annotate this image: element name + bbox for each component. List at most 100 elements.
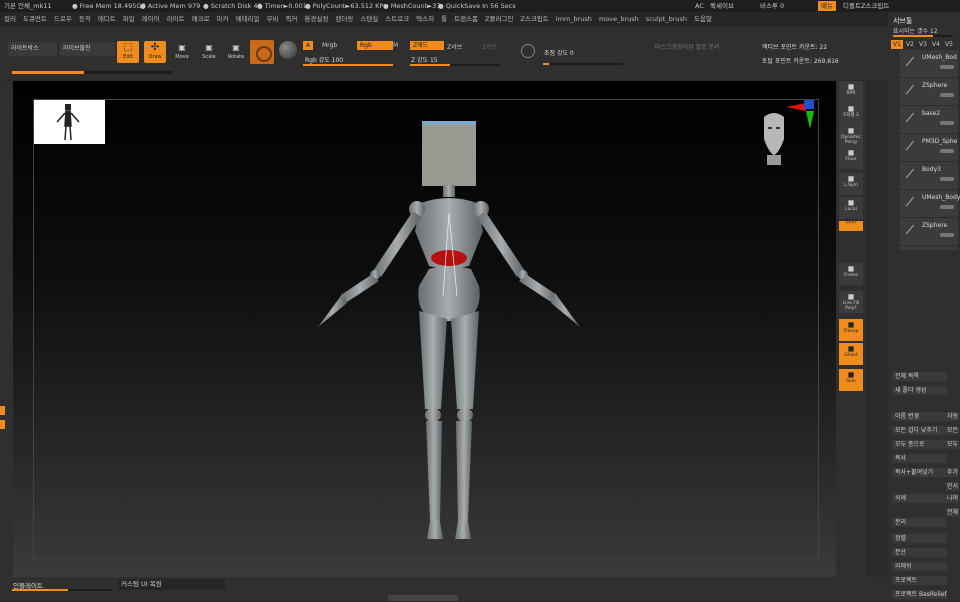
action-button-11[interactable]: 리메쉬 [892, 562, 947, 571]
shelf-button-5[interactable]: ◼ Local [839, 197, 863, 219]
side-action-button-3[interactable]: 추가 [946, 468, 959, 477]
menu-item-18[interactable]: 툴 [441, 15, 447, 23]
action-button-4[interactable]: 모두 종으로 [892, 440, 947, 449]
menu-item-17[interactable]: 텍스처 [416, 15, 434, 23]
side-action-button-5[interactable]: 나머 [946, 494, 959, 503]
subtool-item[interactable]: ⟋ UMesh_Bod [900, 50, 958, 78]
menu-item-5[interactable]: 파일 [123, 15, 135, 23]
menu-item-2[interactable]: 드로우 [54, 15, 72, 23]
z-intensity-slider[interactable] [410, 64, 500, 66]
menu-item-6[interactable]: 레이어 [142, 15, 160, 23]
action-button-6[interactable]: 복사+붙여넣기 [892, 468, 947, 477]
shelf-button-11[interactable]: ◼ Solo [839, 369, 863, 391]
menu-item-25[interactable]: 도움말 [694, 15, 712, 23]
quicksave-button[interactable]: 퀵세이브 [710, 0, 734, 12]
mrgb-toggle[interactable]: Mrgb [322, 42, 337, 49]
move-button[interactable]: ▣ Move [171, 41, 193, 63]
subtool-item[interactable]: ⟋ ZSphere [900, 218, 958, 246]
canvas-viewport[interactable] [13, 81, 836, 577]
perspective-display[interactable]: 비스투 0 [760, 0, 784, 12]
shelf-button-7[interactable]: ◼ Frame [839, 263, 863, 285]
action-button-5[interactable]: 복사 [892, 454, 947, 463]
side-action-button-1[interactable]: 모든 [946, 426, 959, 435]
menu-item-15[interactable]: 스텐실 [360, 15, 378, 23]
menu-item-1[interactable]: 도큐먼트 [23, 15, 47, 23]
edit-button[interactable]: ⬚ Edit [117, 41, 139, 63]
visibility-toggle[interactable] [940, 93, 954, 97]
menu-item-7[interactable]: 라이트 [167, 15, 185, 23]
action-button-9[interactable]: 정렬 [892, 534, 947, 543]
menu-item-19[interactable]: 트랜스폼 [454, 15, 478, 23]
subtool-tab-3[interactable]: V4 [930, 40, 942, 49]
focal-shift-slider[interactable] [543, 63, 623, 65]
subtool-item[interactable]: ⟋ ZSphere [900, 78, 958, 106]
shelf-button-1[interactable]: ◼ S픽셀 3 [839, 103, 863, 125]
material-swatch[interactable] [250, 40, 274, 64]
visibility-toggle[interactable] [940, 149, 954, 153]
rotate-button[interactable]: ▣ Rotate [225, 41, 247, 63]
action-button-12[interactable]: 프로젝트 [892, 576, 947, 585]
visibility-toggle[interactable] [940, 65, 954, 69]
restore-ui-button[interactable]: 커스텀 UI 복원 [118, 579, 225, 590]
shelf-button-10[interactable]: ◼ Ghost [839, 343, 863, 365]
subtool-item[interactable]: ⟋ Body3 [900, 162, 958, 190]
side-action-button-6[interactable]: 전체 [946, 508, 959, 517]
side-action-button-4[interactable]: 인서 [946, 482, 959, 491]
subtool-item[interactable]: ⟋ UMesh_Body [900, 190, 960, 218]
menu-item-0[interactable]: 컬러 [4, 15, 16, 23]
action-button-13[interactable]: 프로젝트 BasRelief [892, 590, 947, 599]
side-action-button-2[interactable]: 모두 [946, 440, 959, 449]
action-button-8[interactable]: 분리 [892, 518, 947, 527]
rgb-toggle[interactable]: Rgb [357, 41, 393, 50]
zcut-toggle[interactable]: Z커트 [482, 42, 497, 51]
subtool-item[interactable]: ⟋ base2 [900, 106, 958, 134]
shelf-button-8[interactable]: ◼ Line Fill PolyF [839, 291, 863, 313]
draw-button[interactable]: ✣ Draw [144, 41, 166, 63]
live-boolean-button[interactable]: 라이브불린 [60, 42, 115, 56]
z-intensity-label[interactable]: Z 강도 15 [411, 55, 438, 64]
rgb-intensity-label[interactable]: Rgb 강도 100 [305, 55, 343, 64]
menu-item-20[interactable]: Z플러그인 [485, 15, 513, 23]
menu-item-4[interactable]: 에디트 [98, 15, 116, 23]
shelf-button-6[interactable]: ◼Qxyz [839, 220, 863, 231]
menu-item-9[interactable]: 마커 [217, 15, 229, 23]
side-action-button-0[interactable]: 자동 [946, 412, 959, 421]
m-toggle[interactable]: M [393, 42, 398, 49]
focal-shift-label[interactable]: 초점 강도 0 [544, 48, 574, 57]
menu-item-3[interactable]: 동적 [79, 15, 91, 23]
subtool-item[interactable]: ⟋ PM3D_Sphe [900, 134, 958, 162]
subtool-tab-2[interactable]: V3 [917, 40, 929, 49]
visibility-toggle[interactable] [940, 205, 954, 209]
menu-item-10[interactable]: 메테리얼 [236, 15, 260, 23]
menu-item-14[interactable]: 렌더링 [335, 15, 353, 23]
shelf-button-0[interactable]: ◼ BPR [839, 81, 863, 103]
color-sphere-icon[interactable] [279, 41, 297, 59]
visible-count[interactable]: 표시되는 갯수 12 [893, 26, 938, 35]
action-button-0[interactable]: 전체 목록 [892, 372, 947, 381]
scale-button[interactable]: ▣ Scale [198, 41, 220, 63]
menu-item-22[interactable]: imm_brush [556, 15, 592, 23]
shelf-button-9[interactable]: ◼ Transp [839, 319, 863, 341]
menu-item-23[interactable]: move_brush [599, 15, 639, 23]
menu-item-24[interactable]: sculpt_brush [646, 15, 687, 23]
shelf-button-4[interactable]: ◼ L.Sym [839, 173, 863, 195]
shelf-button-3[interactable]: ◼ Floor [839, 147, 863, 169]
visibility-toggle[interactable] [940, 233, 954, 237]
visibility-toggle[interactable] [940, 121, 954, 125]
action-button-10[interactable]: 분산 [892, 548, 947, 557]
menu-item-11[interactable]: 무비 [266, 15, 278, 23]
lightbox-button[interactable]: 라이트박스 [8, 42, 57, 56]
zsub-toggle[interactable]: Z서브 [447, 42, 462, 51]
action-button-1[interactable]: 새 폴더 생성 [892, 386, 947, 395]
menu-item-21[interactable]: Z스크립트 [520, 15, 548, 23]
default-zscript[interactable]: 디폴트Z스크립트 [843, 0, 889, 12]
menu-item-16[interactable]: 스트로크 [385, 15, 409, 23]
zadd-toggle[interactable]: Z애드 [410, 41, 444, 50]
menu-button[interactable]: 메뉴 [818, 1, 836, 11]
action-button-3[interactable]: 모든 섭다 낮추기 [892, 426, 947, 435]
action-button-7[interactable]: 삭제 [892, 494, 947, 503]
menu-item-13[interactable]: 환경설정 [304, 15, 328, 23]
action-button-2[interactable]: 이름 변경 [892, 412, 947, 421]
shelf-button-2[interactable]: ◼ Dynamic Persp [839, 125, 863, 147]
menu-item-12[interactable]: 픽커 [285, 15, 297, 23]
